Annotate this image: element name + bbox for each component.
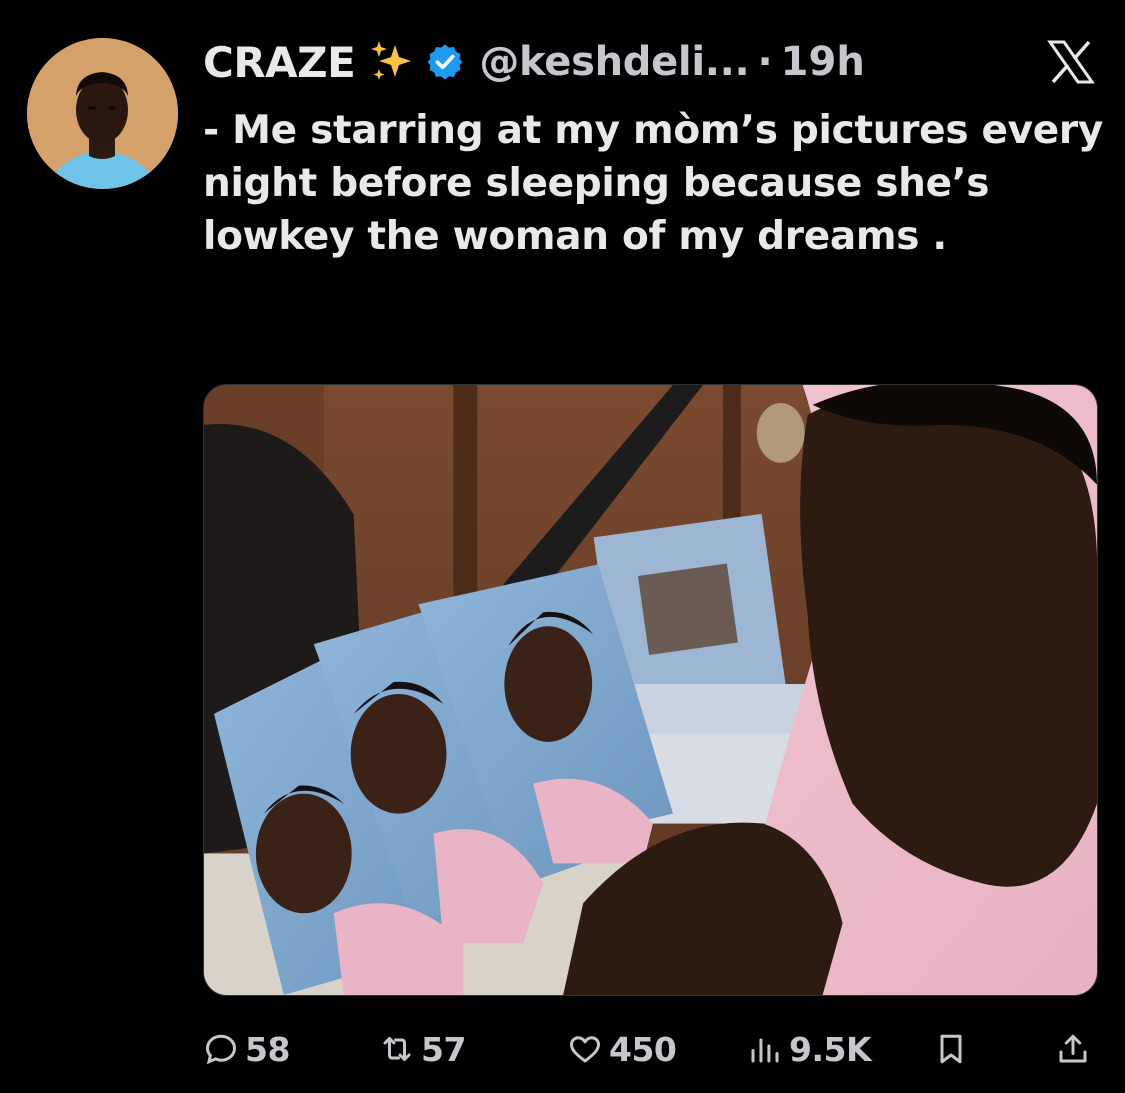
reply-icon xyxy=(205,1034,237,1065)
heart-icon xyxy=(570,1036,600,1063)
handle[interactable]: @keshdeli... xyxy=(479,39,749,85)
media-image xyxy=(204,385,1097,995)
share-button[interactable] xyxy=(1055,1022,1091,1076)
repost-count: 57 xyxy=(421,1029,466,1069)
views-icon xyxy=(751,1038,779,1063)
tweet-header: CRAZE @keshdeli... · 19h xyxy=(203,36,1095,88)
separator-dot: · xyxy=(757,39,773,85)
bookmark-button[interactable] xyxy=(933,1022,969,1076)
like-count: 450 xyxy=(609,1029,677,1069)
display-name[interactable]: CRAZE xyxy=(203,38,356,87)
sparkles-icon xyxy=(371,41,412,80)
views-button[interactable]: 9.5K xyxy=(747,1022,872,1076)
x-logo-icon[interactable] xyxy=(1047,40,1095,84)
views-count: 9.5K xyxy=(789,1029,872,1069)
action-bar: 58 57 450 9.5K xyxy=(203,1022,1098,1076)
reply-button[interactable]: 58 xyxy=(203,1022,290,1076)
reply-count: 58 xyxy=(245,1029,290,1069)
avatar-image xyxy=(27,38,178,189)
tweet-text: - Me starring at my mòm’s pictures every… xyxy=(203,108,1103,259)
verified-badge-icon xyxy=(427,44,463,80)
repost-button[interactable]: 57 xyxy=(379,1022,466,1076)
avatar[interactable] xyxy=(27,38,178,189)
share-icon xyxy=(1059,1034,1087,1063)
timestamp[interactable]: 19h xyxy=(781,39,865,85)
tweet-media[interactable] xyxy=(203,384,1098,996)
like-button[interactable]: 450 xyxy=(567,1022,677,1076)
bookmark-icon xyxy=(940,1034,962,1064)
repost-icon xyxy=(383,1037,411,1061)
